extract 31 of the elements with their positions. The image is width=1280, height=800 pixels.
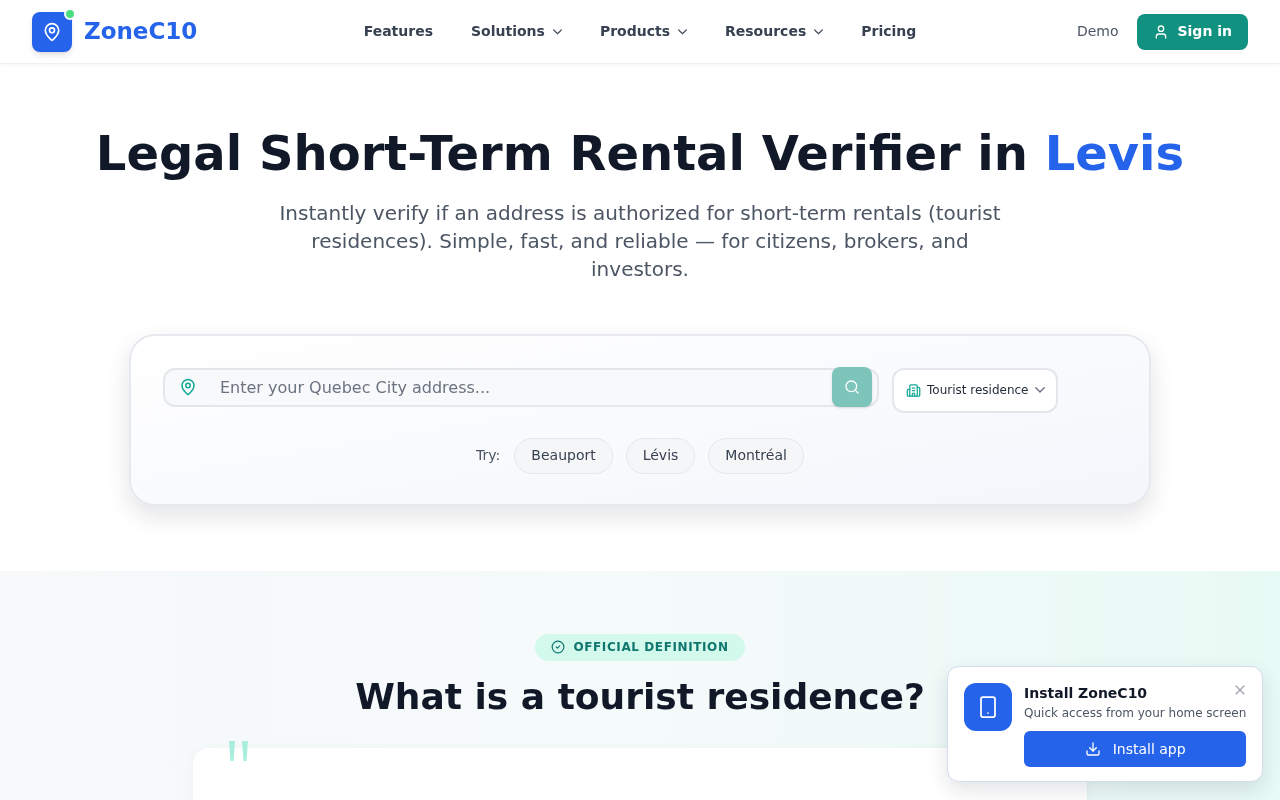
nav-link[interactable]: Products bbox=[599, 21, 687, 42]
logo-icon[interactable] bbox=[32, 11, 72, 52]
address-input[interactable]: Enter your Quebec City address... bbox=[163, 367, 879, 407]
try-label: Try: bbox=[476, 446, 501, 466]
install-subtitle: Quick access from your home screen bbox=[1024, 705, 1247, 721]
quote-mark-icon bbox=[228, 740, 250, 761]
definition-badge: OFFICIAL DEFINITION bbox=[535, 633, 745, 661]
suggestion-chip[interactable]: Beauport bbox=[514, 437, 613, 474]
sign-in-button[interactable]: Sign in bbox=[1137, 13, 1248, 50]
suggestion-chip[interactable]: Lévis bbox=[625, 437, 696, 474]
demo-link[interactable]: Demo bbox=[1076, 21, 1119, 42]
phone-icon bbox=[964, 683, 1012, 731]
nav-link[interactable]: Solutions bbox=[471, 21, 562, 42]
building-icon bbox=[906, 382, 921, 398]
suggestion-chip[interactable]: Montréal bbox=[708, 437, 804, 474]
search-icon bbox=[844, 378, 860, 395]
search-button[interactable] bbox=[832, 366, 872, 407]
install-title: Install ZoneC10 bbox=[1024, 684, 1148, 703]
location-pin-icon bbox=[179, 377, 197, 396]
section-heading: What is a tourist residence? bbox=[355, 674, 925, 718]
residence-type-select[interactable]: Tourist residence bbox=[892, 367, 1058, 413]
install-app-button[interactable]: Install app bbox=[1024, 731, 1247, 767]
nav-link[interactable]: Pricing bbox=[861, 21, 917, 42]
hero-subtitle: Instantly verify if an address is authorized for short-term rentals (tourist residences). Simple, fast, and reliable — for citizens, brokers, and investors. bbox=[278, 199, 1002, 283]
check-circle-icon bbox=[551, 640, 566, 655]
brand-name[interactable]: ZoneC10 bbox=[84, 14, 198, 49]
nav-link[interactable]: Resources bbox=[725, 21, 824, 42]
hero-title: Legal Short-Term Rental Verifier in Levis bbox=[95, 125, 1185, 183]
download-icon bbox=[1084, 741, 1101, 757]
nav-link[interactable]: Features bbox=[363, 21, 433, 42]
chevron-down-icon bbox=[1034, 387, 1045, 394]
